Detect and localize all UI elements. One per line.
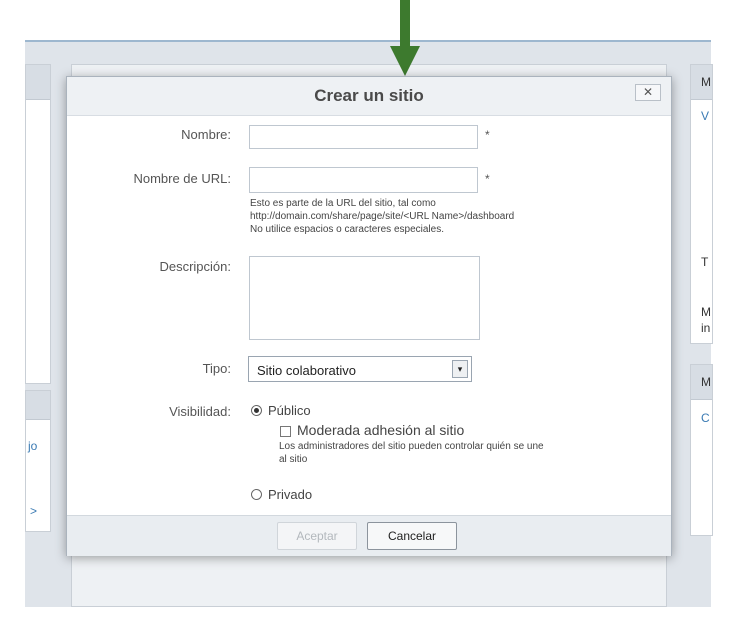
right-panel-1-link[interactable]: V (701, 109, 709, 123)
url-help-line-3: No utilice espacios o caracteres especia… (250, 224, 444, 235)
dialog-titlebar: Crear un sitio ✕ (67, 77, 671, 116)
right-panel-1-title: M (701, 75, 711, 89)
url-name-input[interactable] (249, 167, 478, 193)
private-radio-label[interactable]: Privado (268, 487, 312, 502)
visibility-label: Visibilidad: (169, 404, 231, 419)
private-radio[interactable] (251, 489, 262, 500)
right-panel-1-text-1: T (701, 255, 709, 269)
moderated-checkbox[interactable] (280, 426, 291, 437)
left-panel-bottom-header (26, 391, 50, 420)
right-panel-1-header: M (691, 65, 712, 100)
left-panel-more[interactable]: > (30, 504, 37, 518)
public-radio-label[interactable]: Público (268, 403, 311, 418)
left-panel-top (25, 64, 51, 384)
chevron-down-icon: ▾ (452, 360, 468, 378)
moderated-help-line-1: Los administradores del sitio pueden con… (279, 441, 544, 452)
name-input[interactable] (249, 125, 478, 149)
accept-button[interactable]: Aceptar (277, 522, 357, 550)
moderated-checkbox-label[interactable]: Moderada adhesión al sitio (297, 422, 464, 438)
cancel-button[interactable]: Cancelar (367, 522, 457, 550)
url-help-line-2: http://domain.com/share/page/site/<URL N… (250, 211, 515, 222)
right-panel-2-title: M (701, 375, 711, 389)
close-icon: ✕ (642, 85, 654, 99)
type-select[interactable]: Sitio colaborativo ▾ (248, 356, 472, 382)
left-panel-bottom: jo > (25, 390, 51, 532)
public-radio-dot (254, 408, 259, 413)
url-help-line-1: Esto es parte de la URL del sitio, tal c… (250, 198, 436, 209)
name-required-mark: * (485, 128, 490, 142)
dialog-title: Crear un sitio (314, 86, 424, 105)
type-label: Tipo: (202, 361, 231, 376)
url-required-mark: * (485, 172, 490, 186)
right-panel-2-header: M (691, 365, 712, 400)
dialog-footer: Aceptar Cancelar (67, 515, 671, 556)
left-panel-link[interactable]: jo (28, 439, 37, 453)
right-panel-2-link[interactable]: C (701, 411, 710, 425)
description-textarea[interactable] (249, 256, 480, 340)
name-label: Nombre: (181, 127, 231, 142)
description-label: Descripción: (159, 259, 231, 274)
close-button[interactable]: ✕ (635, 84, 661, 101)
type-select-value: Sitio colaborativo (257, 363, 356, 378)
arrow-annotation-shaft (400, 0, 410, 52)
public-radio[interactable] (251, 405, 262, 416)
right-panel-1-text-3: in (701, 321, 711, 335)
create-site-dialog: Crear un sitio ✕ Nombre: * Nombre de URL… (66, 76, 672, 556)
arrow-down-icon (390, 46, 420, 76)
left-panel-top-header (26, 65, 50, 100)
moderated-help-line-2: al sitio (279, 454, 308, 465)
right-panel-1-text-2: M (701, 305, 711, 319)
right-panel-1: M V T M in (690, 64, 713, 344)
url-name-label: Nombre de URL: (133, 171, 231, 186)
right-panel-2: M C (690, 364, 713, 536)
